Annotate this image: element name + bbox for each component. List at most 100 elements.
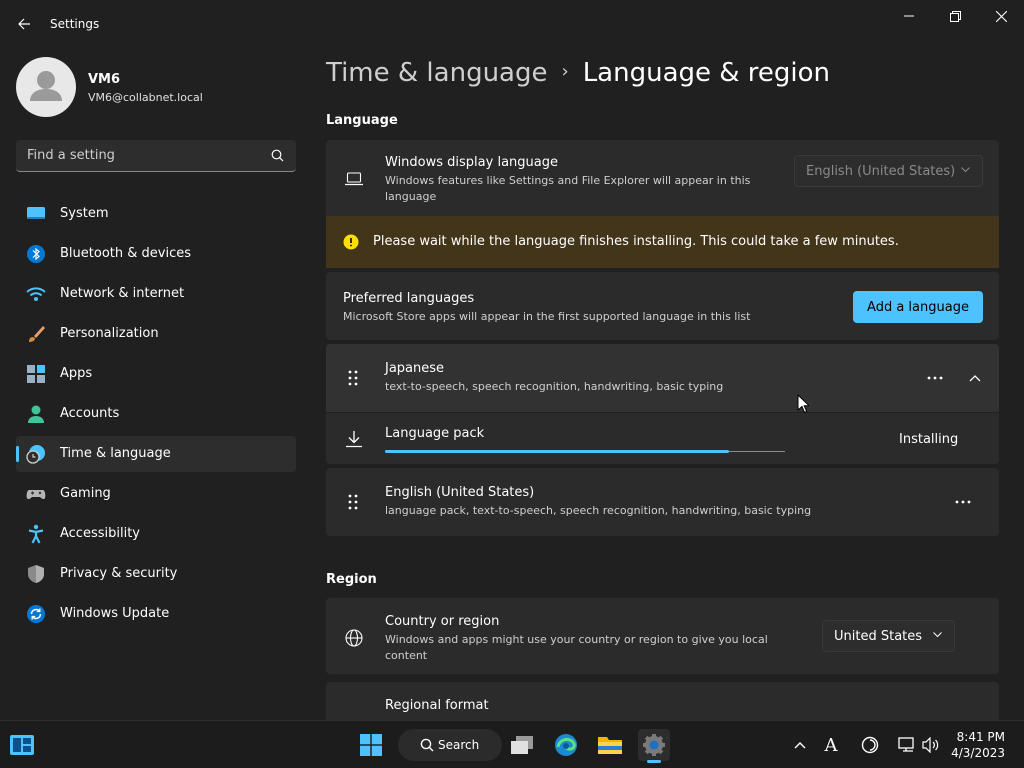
display-language-desc: Windows features like Settings and File …	[385, 174, 751, 187]
input-indicator-icon[interactable]: A	[815, 729, 847, 761]
volume-icon	[922, 737, 939, 753]
show-hidden-icons-button[interactable]	[784, 729, 816, 761]
accessibility-icon	[28, 524, 44, 544]
chevron-down-icon	[933, 632, 942, 638]
wifi-icon	[26, 287, 46, 301]
shield-icon	[28, 565, 44, 583]
globe-icon	[345, 629, 363, 647]
ime-mode-button[interactable]	[854, 729, 886, 761]
warning-text: Please wait while the language finishes …	[373, 234, 899, 249]
sidebar-item-time-language[interactable]: Time & language	[16, 436, 296, 472]
sidebar-item-label: Personalization	[60, 326, 159, 341]
taskbar: Search A 8:41 PM 4/3/2023	[0, 720, 1024, 768]
gear-icon	[643, 734, 665, 756]
language-features: language pack, text-to-speech, speech re…	[385, 504, 812, 517]
add-language-button[interactable]: Add a language	[853, 291, 983, 323]
language-item-japanese[interactable]: Japanese text-to-speech, speech recognit…	[326, 344, 999, 412]
drag-handle-icon[interactable]	[348, 370, 358, 386]
search-icon	[420, 738, 434, 752]
person-icon	[28, 405, 44, 423]
country-region-card: Country or region Windows and apps might…	[326, 598, 999, 674]
back-button[interactable]	[10, 10, 38, 38]
sidebar-item-system[interactable]: System	[16, 196, 296, 232]
update-icon	[27, 605, 45, 623]
sidebar-item-label: Bluetooth & devices	[60, 246, 191, 261]
country-region-desc: Windows and apps might use your country …	[385, 633, 768, 646]
more-options-icon[interactable]	[927, 376, 943, 380]
language-pack-label: Language pack	[385, 426, 485, 441]
warning-icon	[343, 234, 359, 250]
country-region-desc-line2: content	[385, 649, 428, 662]
active-app-indicator	[647, 760, 661, 763]
chevron-right-icon: ›	[561, 61, 569, 82]
avatar[interactable]	[16, 57, 76, 117]
sidebar-item-accounts[interactable]: Accounts	[16, 396, 296, 432]
country-region-dropdown[interactable]: United States	[822, 620, 955, 652]
selection-indicator	[16, 446, 19, 462]
start-button[interactable]	[355, 729, 387, 761]
widgets-button[interactable]	[6, 729, 38, 761]
sidebar-item-windows-update[interactable]: Windows Update	[16, 596, 296, 632]
sidebar-item-apps[interactable]: Apps	[16, 356, 296, 392]
sidebar-item-label: Accounts	[60, 406, 120, 421]
sidebar-item-bluetooth[interactable]: Bluetooth & devices	[16, 236, 296, 272]
mouse-cursor-icon	[797, 394, 809, 414]
edge-button[interactable]	[550, 729, 582, 761]
sidebar-item-network[interactable]: Network & internet	[16, 276, 296, 312]
restore-icon	[949, 10, 961, 22]
folder-icon	[598, 737, 622, 754]
sidebar-item-personalization[interactable]: Personalization	[16, 316, 296, 352]
drag-handle-icon[interactable]	[348, 494, 358, 510]
regional-format-card: Regional format	[326, 682, 999, 720]
sidebar-item-label: Privacy & security	[60, 566, 178, 581]
sidebar-item-label: Network & internet	[60, 286, 185, 301]
sidebar-item-accessibility[interactable]: Accessibility	[16, 516, 296, 552]
search-placeholder: Find a setting	[27, 148, 115, 163]
sidebar-item-privacy[interactable]: Privacy & security	[16, 556, 296, 592]
language-name: Japanese	[385, 361, 445, 376]
sidebar: VM6 VM6@collabnet.local Find a setting S…	[0, 48, 310, 720]
main-content: Time & language › Language & region Langua…	[326, 48, 1024, 720]
language-heading: Language	[326, 113, 398, 128]
task-view-icon	[511, 736, 533, 754]
task-view-button[interactable]	[506, 729, 538, 761]
search-icon	[271, 149, 284, 162]
sidebar-item-gaming[interactable]: Gaming	[16, 476, 296, 512]
display-language-dropdown[interactable]: English (United States)	[794, 155, 983, 187]
settings-window: Settings VM6 VM6@collabnet.local Find a …	[0, 0, 1024, 720]
title-bar: Settings	[0, 0, 1024, 48]
more-options-icon[interactable]	[955, 500, 971, 504]
language-item-english[interactable]: English (United States) language pack, t…	[326, 468, 999, 536]
install-warning-bar: Please wait while the language finishes …	[326, 216, 999, 268]
widgets-icon	[10, 735, 34, 755]
minimize-button[interactable]	[886, 0, 932, 32]
clock-time: 8:41 PM	[956, 730, 1005, 744]
edge-icon	[555, 734, 577, 756]
file-explorer-button[interactable]	[594, 729, 626, 761]
display-language-title: Windows display language	[385, 155, 558, 170]
laptop-icon	[345, 172, 363, 186]
clock-globe-icon	[26, 445, 45, 464]
display-language-card: Windows display language Windows feature…	[326, 140, 999, 216]
chevron-down-icon	[961, 167, 970, 173]
chevron-up-icon[interactable]	[969, 374, 981, 382]
dropdown-value: English (United States)	[806, 164, 956, 179]
app-title: Settings	[50, 17, 100, 31]
breadcrumb: Time & language › Language & region	[326, 58, 830, 88]
restore-button[interactable]	[932, 0, 978, 32]
close-button[interactable]	[978, 0, 1024, 32]
quick-settings-button[interactable]	[892, 729, 946, 761]
taskbar-search-button[interactable]: Search	[398, 729, 502, 761]
region-heading: Region	[326, 572, 377, 587]
minimize-icon	[904, 15, 914, 17]
close-icon	[995, 10, 1007, 22]
search-input[interactable]: Find a setting	[16, 140, 296, 172]
language-pack-progress	[385, 450, 729, 453]
bluetooth-icon	[27, 245, 45, 263]
settings-taskbar-button[interactable]	[638, 729, 670, 763]
sidebar-item-label: Apps	[60, 366, 93, 381]
clock-date: 4/3/2023	[951, 746, 1005, 760]
breadcrumb-parent[interactable]: Time & language	[326, 58, 547, 88]
taskbar-clock[interactable]: 8:41 PM 4/3/2023	[951, 729, 1005, 761]
windows-logo-icon	[360, 734, 382, 756]
